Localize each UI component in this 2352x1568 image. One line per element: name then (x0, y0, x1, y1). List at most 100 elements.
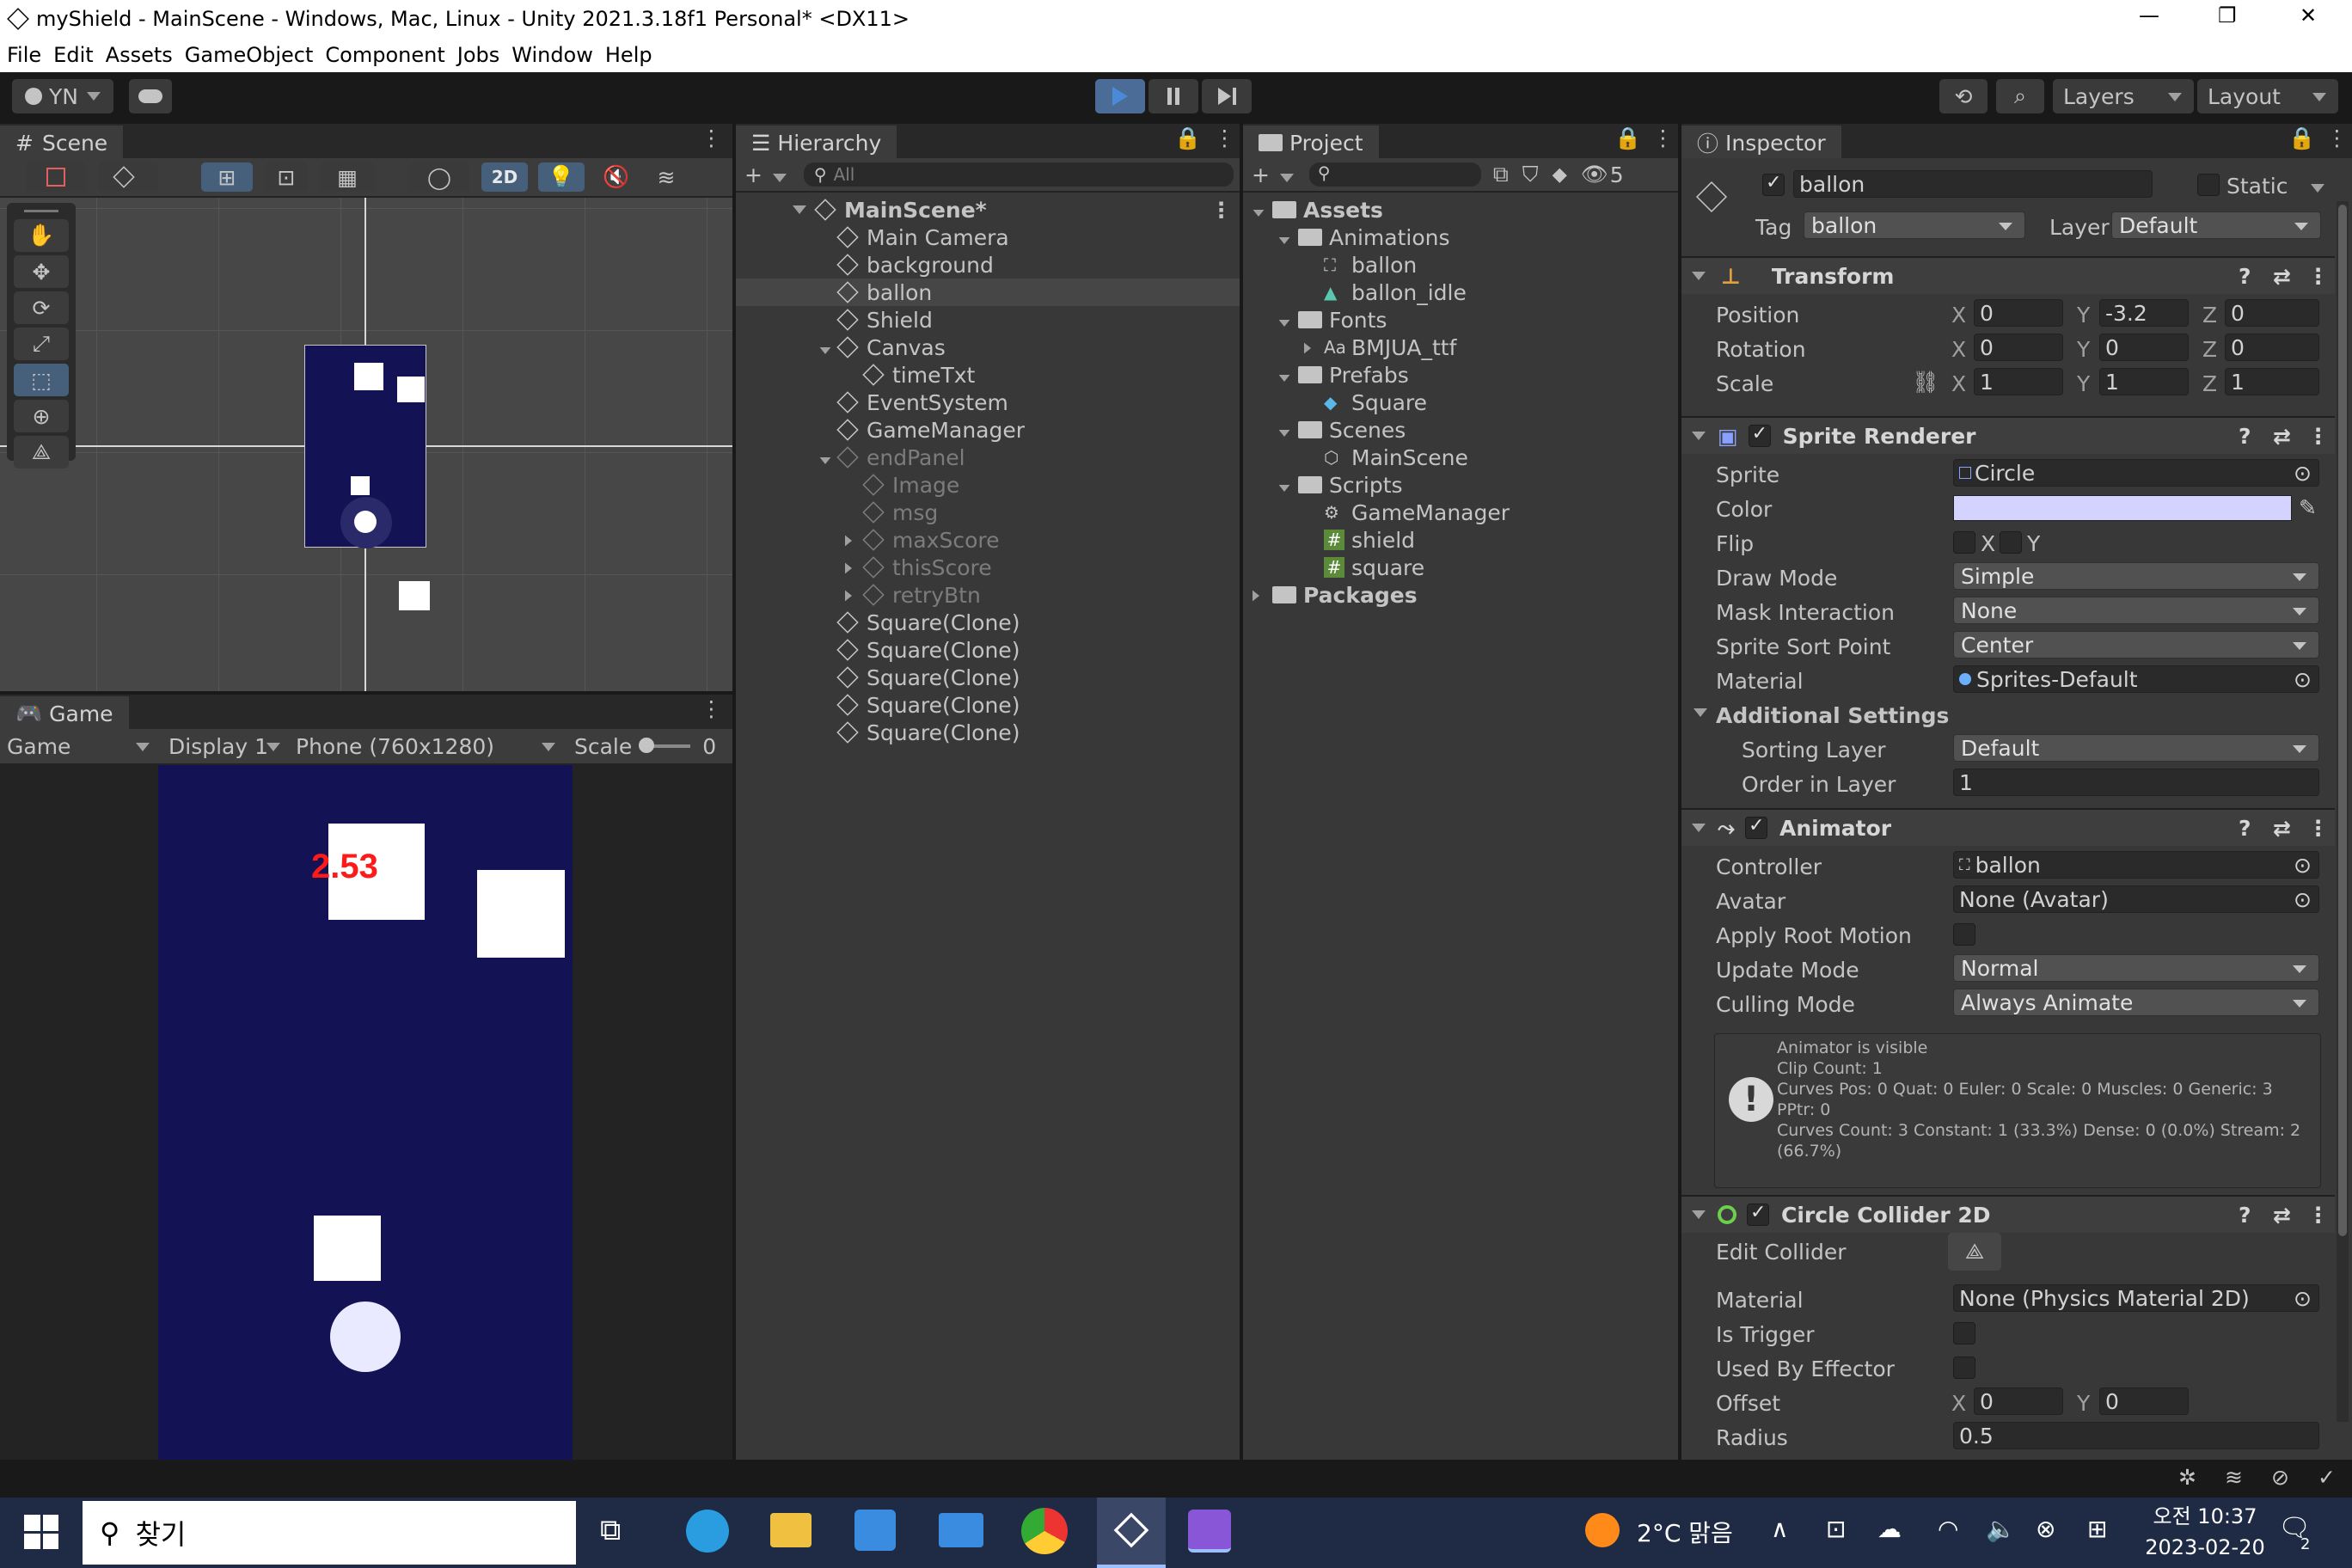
resolution-dropdown[interactable]: Phone (760x1280) (284, 734, 559, 759)
static-dropdown[interactable] (2311, 184, 2324, 193)
hierarchy-item[interactable]: Square(Clone) (736, 636, 1240, 664)
rect-tool[interactable]: ⬚ (14, 364, 69, 396)
project-search[interactable]: ⚲ (1308, 162, 1481, 187)
help-icon[interactable]: ? (2239, 816, 2251, 841)
volume-icon[interactable]: 🔈 (1986, 1515, 2016, 1543)
sprite-renderer-header[interactable]: ▣ Sprite Renderer ? ⇄ ⋮ (1681, 416, 2335, 454)
scrollbar-thumb[interactable] (2338, 205, 2347, 1236)
debug-icon[interactable]: ✲ (2178, 1465, 2196, 1490)
scale-slider-thumb[interactable] (639, 738, 655, 753)
tag-dropdown[interactable]: ballon (1804, 211, 2025, 239)
project-item[interactable]: ⚙ GameManager (1243, 499, 1678, 526)
collider-enabled[interactable] (1747, 1202, 1769, 1226)
hierarchy-item[interactable]: maxScore (736, 526, 1240, 554)
pause-button[interactable] (1148, 79, 1198, 113)
component-more-icon[interactable]: ⋮ (2307, 424, 2329, 449)
scale-tool[interactable]: ⤢ (14, 328, 69, 360)
scale-z-field[interactable]: 1 (2225, 368, 2319, 395)
offset-x-field[interactable]: 0 (1974, 1387, 2063, 1415)
file-explorer-icon[interactable] (770, 1513, 812, 1547)
help-icon[interactable]: ? (2239, 264, 2251, 289)
object-picker-icon[interactable]: ⊙ (2294, 461, 2312, 486)
preset-icon[interactable]: ⇄ (2273, 1203, 2291, 1228)
menu-assets[interactable]: Assets (106, 43, 173, 67)
collider-material-field[interactable]: None (Physics Material 2D) ⊙ (1953, 1284, 2319, 1312)
foldout-arrow[interactable] (1277, 473, 1298, 498)
create-button[interactable]: + (744, 162, 787, 187)
hierarchy-item[interactable]: endPanel (736, 444, 1240, 471)
flip-y-checkbox[interactable] (2000, 531, 2022, 554)
preset-icon[interactable]: ⇄ (2273, 816, 2291, 841)
foldout-arrow[interactable] (1252, 583, 1272, 608)
project-item[interactable]: # square (1243, 554, 1678, 581)
hierarchy-item[interactable]: Canvas (736, 334, 1240, 361)
ime-icon[interactable]: ⊞ (2087, 1515, 2107, 1543)
chrome-icon[interactable] (1021, 1508, 1068, 1554)
preset-icon[interactable]: ⇄ (2273, 264, 2291, 289)
snap-increment-dropdown[interactable]: ⊡ (265, 162, 308, 192)
shading-dropdown[interactable]: ◯ (409, 162, 469, 192)
scene-root[interactable]: MainScene* ⋮ (736, 196, 1240, 224)
windows-start-icon[interactable] (24, 1515, 58, 1549)
foldout-arrow[interactable] (844, 528, 863, 553)
hierarchy-item[interactable]: Main Camera (736, 224, 1240, 251)
foldout-arrow[interactable] (1277, 225, 1298, 250)
flip-x-checkbox[interactable] (1953, 531, 1975, 554)
hierarchy-search[interactable]: ⚲ All (803, 162, 1234, 187)
clock[interactable]: 오전 10:37 2023-02-20 (2141, 1501, 2269, 1563)
lock-icon[interactable]: 🔒 (1614, 126, 1641, 151)
layout-dropdown[interactable]: Layout (2197, 79, 2338, 113)
sprite-renderer-enabled[interactable] (1748, 423, 1771, 447)
menu-window[interactable]: Window (511, 43, 593, 67)
inspector-scrollbar[interactable] (2337, 201, 2349, 1422)
account-dropdown[interactable]: YN (12, 79, 113, 113)
project-item[interactable]: ▲ ballon_idle (1243, 279, 1678, 306)
play-button[interactable] (1095, 79, 1145, 113)
project-item[interactable]: ⬡ MainScene (1243, 444, 1678, 471)
active-checkbox[interactable] (1762, 172, 1785, 196)
foldout-arrow[interactable] (818, 445, 837, 470)
object-picker-icon[interactable]: ⊙ (2294, 1286, 2312, 1311)
hidden-eye-icon[interactable]: 👁 (1581, 162, 1608, 187)
controller-field[interactable]: ⛶ ballon ⊙ (1953, 851, 2319, 879)
component-more-icon[interactable]: ⋮ (2307, 816, 2329, 841)
project-item[interactable]: Packages (1243, 581, 1678, 609)
close-circle-icon[interactable]: ⊗ (2036, 1515, 2055, 1543)
rotate-tool[interactable]: ⟳ (14, 291, 69, 324)
project-item[interactable]: Scripts (1243, 471, 1678, 499)
is-trigger-checkbox[interactable] (1953, 1322, 1975, 1344)
animator-header[interactable]: ⤳ Animator ? ⇄ ⋮ (1681, 808, 2335, 846)
foldout-arrow[interactable] (844, 555, 863, 580)
component-more-icon[interactable]: ⋮ (2307, 1203, 2329, 1228)
mail-icon[interactable] (939, 1513, 983, 1547)
edit-collider-button[interactable]: ⟁ (1948, 1233, 2001, 1271)
foldout-arrow[interactable] (1252, 198, 1272, 223)
hierarchy-more-icon[interactable]: ⋮ (1214, 126, 1235, 150)
tab-project[interactable]: Project (1243, 126, 1379, 158)
scene-viewport[interactable] (0, 198, 732, 691)
project-more-icon[interactable]: ⋮ (1652, 126, 1674, 150)
custom-tool[interactable]: ⟁ (14, 436, 69, 469)
lock-icon[interactable]: 🔒 (1174, 126, 1201, 151)
hierarchy-item[interactable]: Image (736, 471, 1240, 499)
unity-taskbar-button[interactable] (1097, 1498, 1166, 1568)
position-y-field[interactable]: -3.2 (2099, 299, 2189, 327)
transform-header[interactable]: ⊥ Transform ? ⇄ ⋮ (1681, 256, 2335, 294)
close-button[interactable]: ✕ (2300, 3, 2317, 28)
sprite-field[interactable]: Circle ⊙ (1953, 459, 2319, 487)
favorite-icon[interactable]: ⬥ (1553, 162, 1568, 187)
move-tool[interactable]: ✥ (14, 255, 69, 288)
project-item[interactable]: # shield (1243, 526, 1678, 554)
preset-icon[interactable]: ⇄ (2273, 424, 2291, 449)
grid-snap-toggle[interactable]: ⊞ (201, 162, 253, 192)
animator-enabled[interactable] (1745, 815, 1768, 839)
transform-tool[interactable]: ⊕ (14, 400, 69, 432)
foldout-arrow[interactable] (1277, 418, 1298, 443)
render-dropdown[interactable] (98, 162, 158, 192)
weather-text[interactable]: 2°C 맑음 (1637, 1515, 1733, 1549)
used-by-effector-checkbox[interactable] (1953, 1357, 1975, 1379)
hierarchy-item[interactable]: EventSystem (736, 389, 1240, 416)
meet-icon[interactable]: ⊡ (1826, 1515, 1846, 1543)
layers-dropdown[interactable]: Layers (2053, 79, 2194, 113)
hand-tool[interactable]: ✋ (14, 219, 69, 252)
